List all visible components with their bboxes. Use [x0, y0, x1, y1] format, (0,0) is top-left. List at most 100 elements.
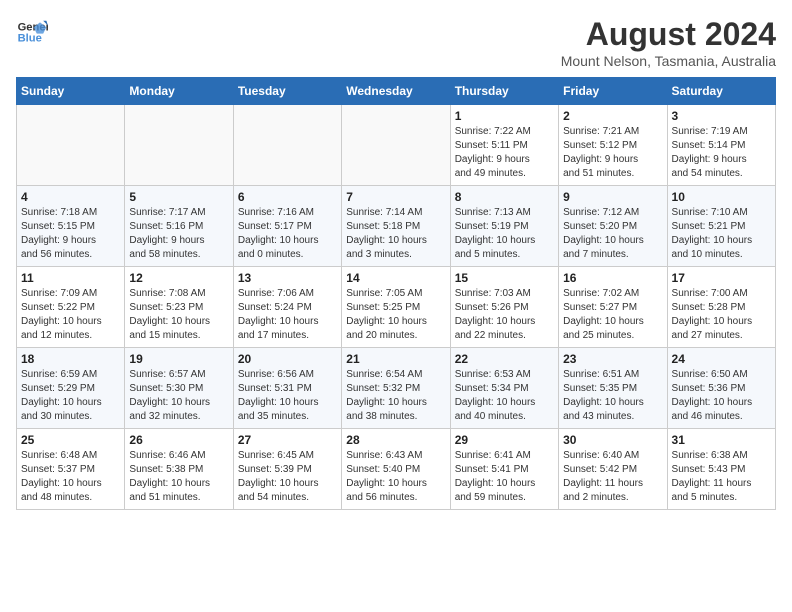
day-number: 16: [563, 271, 662, 285]
day-info: Sunrise: 6:48 AM Sunset: 5:37 PM Dayligh…: [21, 449, 120, 505]
day-info: Sunrise: 6:57 AM Sunset: 5:30 PM Dayligh…: [129, 368, 228, 424]
col-thursday: Thursday: [450, 78, 558, 105]
day-info: Sunrise: 6:54 AM Sunset: 5:32 PM Dayligh…: [346, 368, 445, 424]
calendar-cell: 31 Sunrise: 6:38 AM Sunset: 5:43 PM Dayli…: [667, 429, 775, 510]
day-number: 11: [21, 271, 120, 285]
calendar-cell: 5 Sunrise: 7:17 AM Sunset: 5:16 PM Daylig…: [125, 186, 233, 267]
calendar-cell: 1Sunrise: 7:22 AM Sunset: 5:11 PM Daylig…: [450, 105, 558, 186]
day-number: 30: [563, 433, 662, 447]
day-number: 15: [455, 271, 554, 285]
calendar-cell: 30 Sunrise: 6:40 AM Sunset: 5:42 PM Dayli…: [559, 429, 667, 510]
day-number: 18: [21, 352, 120, 366]
day-info: Sunrise: 7:19 AM Sunset: 5:14 PM Dayligh…: [672, 125, 771, 181]
day-number: 29: [455, 433, 554, 447]
calendar-cell: 9Sunrise: 7:12 AM Sunset: 5:20 PM Daylig…: [559, 186, 667, 267]
calendar-cell: 10Sunrise: 7:10 AM Sunset: 5:21 PM Dayli…: [667, 186, 775, 267]
calendar-cell: 12 Sunrise: 7:08 AM Sunset: 5:23 PM Dayli…: [125, 267, 233, 348]
day-number: 3: [672, 109, 771, 123]
day-info: Sunrise: 6:40 AM Sunset: 5:42 PM Dayligh…: [563, 449, 662, 505]
calendar-cell: 13 Sunrise: 7:06 AM Sunset: 5:24 PM Dayli…: [233, 267, 341, 348]
col-saturday: Saturday: [667, 78, 775, 105]
day-number: 13: [238, 271, 337, 285]
day-number: 6: [238, 190, 337, 204]
day-number: 24: [672, 352, 771, 366]
day-info: Sunrise: 6:59 AM Sunset: 5:29 PM Dayligh…: [21, 368, 120, 424]
calendar-cell: 27 Sunrise: 6:45 AM Sunset: 5:39 PM Dayli…: [233, 429, 341, 510]
calendar-cell: [233, 105, 341, 186]
day-number: 4: [21, 190, 120, 204]
day-number: 23: [563, 352, 662, 366]
day-number: 5: [129, 190, 228, 204]
calendar-cell: 15 Sunrise: 7:03 AM Sunset: 5:26 PM Dayli…: [450, 267, 558, 348]
day-info: Sunrise: 6:51 AM Sunset: 5:35 PM Dayligh…: [563, 368, 662, 424]
calendar-cell: [17, 105, 125, 186]
day-info: Sunrise: 7:08 AM Sunset: 5:23 PM Dayligh…: [129, 287, 228, 343]
col-wednesday: Wednesday: [342, 78, 450, 105]
logo: General Blue: [16, 16, 48, 48]
day-info: Sunrise: 7:00 AM Sunset: 5:28 PM Dayligh…: [672, 287, 771, 343]
calendar-cell: 23 Sunrise: 6:51 AM Sunset: 5:35 PM Dayli…: [559, 348, 667, 429]
calendar-cell: 26Sunrise: 6:46 AM Sunset: 5:38 PM Dayli…: [125, 429, 233, 510]
calendar-cell: 18 Sunrise: 6:59 AM Sunset: 5:29 PM Dayli…: [17, 348, 125, 429]
calendar-cell: 19Sunrise: 6:57 AM Sunset: 5:30 PM Dayli…: [125, 348, 233, 429]
day-info: Sunrise: 7:05 AM Sunset: 5:25 PM Dayligh…: [346, 287, 445, 343]
calendar-cell: 29 Sunrise: 6:41 AM Sunset: 5:41 PM Dayli…: [450, 429, 558, 510]
day-number: 12: [129, 271, 228, 285]
day-info: Sunrise: 6:38 AM Sunset: 5:43 PM Dayligh…: [672, 449, 771, 505]
calendar-cell: 3 Sunrise: 7:19 AM Sunset: 5:14 PM Daylig…: [667, 105, 775, 186]
subtitle: Mount Nelson, Tasmania, Australia: [561, 53, 776, 69]
calendar-week-row: 1Sunrise: 7:22 AM Sunset: 5:11 PM Daylig…: [17, 105, 776, 186]
day-number: 31: [672, 433, 771, 447]
calendar-cell: 20 Sunrise: 6:56 AM Sunset: 5:31 PM Dayli…: [233, 348, 341, 429]
calendar-week-row: 11 Sunrise: 7:09 AM Sunset: 5:22 PM Dayli…: [17, 267, 776, 348]
day-number: 17: [672, 271, 771, 285]
calendar-cell: 6 Sunrise: 7:16 AM Sunset: 5:17 PM Daylig…: [233, 186, 341, 267]
calendar-cell: 8Sunrise: 7:13 AM Sunset: 5:19 PM Daylig…: [450, 186, 558, 267]
col-monday: Monday: [125, 78, 233, 105]
calendar-cell: 28Sunrise: 6:43 AM Sunset: 5:40 PM Dayli…: [342, 429, 450, 510]
calendar-cell: [342, 105, 450, 186]
day-info: Sunrise: 7:22 AM Sunset: 5:11 PM Dayligh…: [455, 125, 554, 181]
day-info: Sunrise: 6:56 AM Sunset: 5:31 PM Dayligh…: [238, 368, 337, 424]
day-info: Sunrise: 7:10 AM Sunset: 5:21 PM Dayligh…: [672, 206, 771, 262]
day-info: Sunrise: 7:06 AM Sunset: 5:24 PM Dayligh…: [238, 287, 337, 343]
day-info: Sunrise: 7:09 AM Sunset: 5:22 PM Dayligh…: [21, 287, 120, 343]
calendar-cell: [125, 105, 233, 186]
day-info: Sunrise: 7:03 AM Sunset: 5:26 PM Dayligh…: [455, 287, 554, 343]
day-number: 21: [346, 352, 445, 366]
day-number: 20: [238, 352, 337, 366]
calendar-cell: 25 Sunrise: 6:48 AM Sunset: 5:37 PM Dayli…: [17, 429, 125, 510]
day-info: Sunrise: 7:14 AM Sunset: 5:18 PM Dayligh…: [346, 206, 445, 262]
calendar-cell: 11 Sunrise: 7:09 AM Sunset: 5:22 PM Dayli…: [17, 267, 125, 348]
day-info: Sunrise: 6:43 AM Sunset: 5:40 PM Dayligh…: [346, 449, 445, 505]
col-friday: Friday: [559, 78, 667, 105]
col-sunday: Sunday: [17, 78, 125, 105]
day-number: 27: [238, 433, 337, 447]
calendar-cell: 14Sunrise: 7:05 AM Sunset: 5:25 PM Dayli…: [342, 267, 450, 348]
calendar-cell: 7 Sunrise: 7:14 AM Sunset: 5:18 PM Daylig…: [342, 186, 450, 267]
calendar-cell: 17 Sunrise: 7:00 AM Sunset: 5:28 PM Dayli…: [667, 267, 775, 348]
day-info: Sunrise: 6:46 AM Sunset: 5:38 PM Dayligh…: [129, 449, 228, 505]
col-tuesday: Tuesday: [233, 78, 341, 105]
day-info: Sunrise: 6:41 AM Sunset: 5:41 PM Dayligh…: [455, 449, 554, 505]
calendar-cell: 2Sunrise: 7:21 AM Sunset: 5:12 PM Daylig…: [559, 105, 667, 186]
calendar-week-row: 25 Sunrise: 6:48 AM Sunset: 5:37 PM Dayli…: [17, 429, 776, 510]
day-number: 9: [563, 190, 662, 204]
logo-icon: General Blue: [16, 16, 48, 48]
day-number: 25: [21, 433, 120, 447]
day-number: 22: [455, 352, 554, 366]
calendar-cell: 21 Sunrise: 6:54 AM Sunset: 5:32 PM Dayli…: [342, 348, 450, 429]
title-section: August 2024 Mount Nelson, Tasmania, Aust…: [561, 16, 776, 69]
page-header: General Blue August 2024 Mount Nelson, T…: [16, 16, 776, 69]
day-info: Sunrise: 6:45 AM Sunset: 5:39 PM Dayligh…: [238, 449, 337, 505]
calendar-week-row: 4 Sunrise: 7:18 AM Sunset: 5:15 PM Daylig…: [17, 186, 776, 267]
day-number: 7: [346, 190, 445, 204]
day-info: Sunrise: 7:02 AM Sunset: 5:27 PM Dayligh…: [563, 287, 662, 343]
day-info: Sunrise: 7:16 AM Sunset: 5:17 PM Dayligh…: [238, 206, 337, 262]
calendar-table: Sunday Monday Tuesday Wednesday Thursday…: [16, 77, 776, 510]
day-info: Sunrise: 7:21 AM Sunset: 5:12 PM Dayligh…: [563, 125, 662, 181]
main-title: August 2024: [561, 16, 776, 53]
day-number: 8: [455, 190, 554, 204]
day-info: Sunrise: 7:18 AM Sunset: 5:15 PM Dayligh…: [21, 206, 120, 262]
day-info: Sunrise: 7:17 AM Sunset: 5:16 PM Dayligh…: [129, 206, 228, 262]
